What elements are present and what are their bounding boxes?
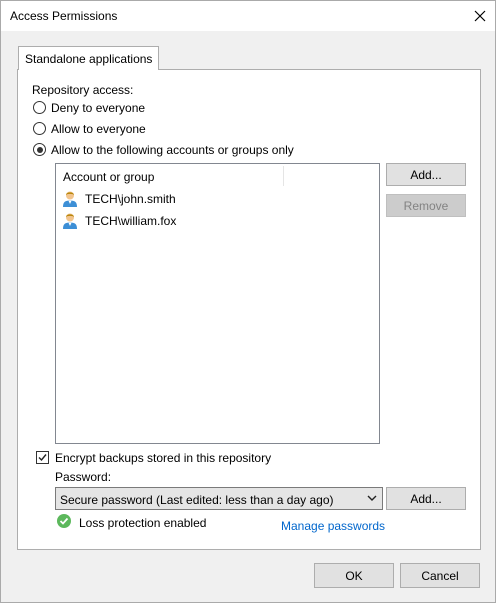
radio-label: Allow to the following accounts or group… — [51, 143, 294, 157]
chevron-down-icon — [367, 495, 377, 501]
radio-allow-selected[interactable]: Allow to the following accounts or group… — [32, 142, 332, 158]
checkmark-icon — [38, 454, 47, 462]
password-label: Password: — [55, 470, 112, 484]
column-header[interactable]: Account or group — [56, 164, 379, 188]
add-account-button[interactable]: Add... — [386, 163, 466, 186]
password-select-value: Secure password (Last edited: less than … — [60, 493, 334, 507]
encrypt-backups-option[interactable]: Encrypt backups stored in this repositor… — [36, 450, 336, 466]
list-item[interactable]: TECH\william.fox — [62, 211, 362, 231]
add-password-button[interactable]: Add... — [386, 487, 466, 510]
ok-button[interactable]: OK — [314, 563, 394, 588]
check-circle-icon — [57, 514, 71, 528]
user-icon — [63, 191, 77, 207]
radio-deny-everyone[interactable]: Deny to everyone — [32, 100, 332, 116]
access-permissions-dialog: Access Permissions Standalone applicatio… — [0, 0, 496, 603]
encrypt-checkbox[interactable] — [36, 451, 49, 464]
radio-button[interactable] — [33, 101, 46, 114]
accounts-list[interactable]: Account or group TECH\john.smith TECH\wi… — [55, 163, 380, 444]
radio-button[interactable] — [33, 143, 46, 156]
tab-standalone-applications[interactable]: Standalone applications — [18, 46, 159, 70]
cancel-button[interactable]: Cancel — [400, 563, 480, 588]
column-divider[interactable] — [283, 166, 284, 186]
password-select[interactable]: Secure password (Last edited: less than … — [55, 487, 383, 510]
account-name: TECH\john.smith — [85, 192, 176, 206]
tab-label: Standalone applications — [25, 52, 153, 66]
radio-button[interactable] — [33, 122, 46, 135]
radio-label: Allow to everyone — [51, 122, 146, 136]
loss-protection-status: Loss protection enabled — [79, 516, 207, 530]
account-name: TECH\william.fox — [85, 214, 177, 228]
manage-passwords-link[interactable]: Manage passwords — [281, 519, 385, 533]
close-icon — [474, 10, 486, 22]
close-button[interactable] — [465, 1, 495, 31]
encrypt-label: Encrypt backups stored in this repositor… — [55, 451, 272, 465]
column-header-label: Account or group — [63, 170, 155, 184]
list-item[interactable]: TECH\john.smith — [62, 189, 362, 209]
tab-panel: Repository access: Deny to everyone Allo… — [17, 69, 481, 550]
user-icon — [63, 213, 77, 229]
title-bar: Access Permissions — [1, 1, 495, 31]
window-title: Access Permissions — [10, 9, 118, 23]
remove-account-button[interactable]: Remove — [386, 194, 466, 217]
radio-allow-everyone[interactable]: Allow to everyone — [32, 121, 332, 137]
radio-label: Deny to everyone — [51, 101, 146, 115]
repository-access-label: Repository access: — [32, 83, 134, 97]
